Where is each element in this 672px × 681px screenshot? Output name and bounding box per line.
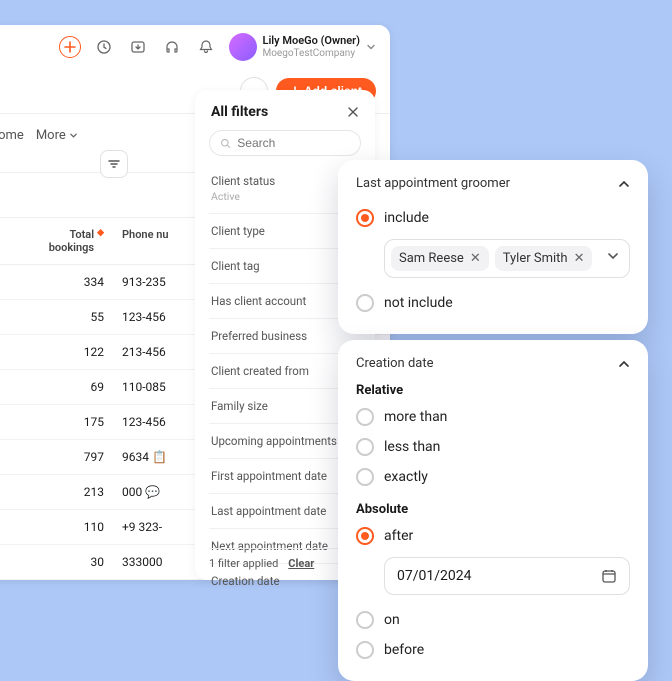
clock-icon[interactable] xyxy=(93,36,115,58)
avatar xyxy=(229,33,257,61)
groomer-filter-card: Last appointment groomer include Sam Ree… xyxy=(338,160,648,334)
sort-icon: ◆ xyxy=(97,228,104,254)
cell-bookings: 334 xyxy=(24,275,114,289)
clear-button[interactable]: Clear xyxy=(288,557,314,570)
radio-include[interactable]: include xyxy=(356,203,630,233)
search-input[interactable] xyxy=(209,130,361,156)
cell-bookings: 30 xyxy=(24,555,114,569)
chevron-down-icon xyxy=(366,42,376,52)
date-value: 07/01/2024 xyxy=(397,568,472,584)
chevron-up-icon[interactable] xyxy=(618,358,630,370)
headset-icon[interactable] xyxy=(161,36,183,58)
user-name: Lily MoeGo (Owner) xyxy=(263,34,361,47)
filters-title: All filters xyxy=(211,104,268,120)
radio-exactly[interactable]: exactly xyxy=(356,462,630,492)
tag-chip: Sam Reese ✕ xyxy=(391,246,489,271)
cell-bookings: 797 xyxy=(24,450,114,464)
radio-before[interactable]: before xyxy=(356,635,630,665)
cell-bookings: 175 xyxy=(24,415,114,429)
card-title: Last appointment groomer xyxy=(356,176,510,191)
calendar-icon xyxy=(601,568,617,584)
filter-icon[interactable] xyxy=(100,150,128,178)
remove-tag-icon[interactable]: ✕ xyxy=(470,251,481,266)
more-menu[interactable]: More xyxy=(36,128,78,143)
radio-on[interactable]: on xyxy=(356,605,630,635)
chevron-up-icon[interactable] xyxy=(618,178,630,190)
radio-icon xyxy=(356,294,374,312)
user-company: MoegoTestCompany xyxy=(263,48,361,60)
cell-bookings: 122 xyxy=(24,345,114,359)
chevron-down-icon xyxy=(69,131,78,140)
radio-icon xyxy=(356,527,374,545)
section-absolute: Absolute xyxy=(356,502,630,517)
applied-count: 1 filter applied xyxy=(209,557,278,570)
cell-bookings: 213 xyxy=(24,485,114,499)
radio-icon xyxy=(356,641,374,659)
column-welcome[interactable]: t welcome xyxy=(0,128,24,143)
close-icon[interactable] xyxy=(347,106,359,118)
radio-icon xyxy=(356,408,374,426)
col-header[interactable]: king xyxy=(0,228,24,254)
search-icon xyxy=(220,137,231,150)
col-header[interactable]: Total bookings ◆ xyxy=(24,228,114,254)
radio-less-than[interactable]: less than xyxy=(356,432,630,462)
creation-date-card: Creation date Relative more than less th… xyxy=(338,340,648,681)
top-header: Lily MoeGo (Owner) MoegoTestCompany xyxy=(0,25,390,69)
user-menu[interactable]: Lily MoeGo (Owner) MoegoTestCompany xyxy=(229,33,377,61)
radio-icon xyxy=(356,468,374,486)
chevron-down-icon[interactable] xyxy=(607,250,619,262)
remove-tag-icon[interactable]: ✕ xyxy=(574,251,585,266)
plus-icon[interactable] xyxy=(59,36,81,58)
cell-bookings: 110 xyxy=(24,520,114,534)
section-relative: Relative xyxy=(356,383,630,398)
radio-not-include[interactable]: not include xyxy=(356,288,630,318)
card-title: Creation date xyxy=(356,356,434,371)
tag-chip: Tyler Smith ✕ xyxy=(495,246,593,271)
radio-icon xyxy=(356,209,374,227)
bell-icon[interactable] xyxy=(195,36,217,58)
radio-after[interactable]: after xyxy=(356,521,630,551)
cell-bookings: 55 xyxy=(24,310,114,324)
radio-icon xyxy=(356,611,374,629)
radio-more-than[interactable]: more than xyxy=(356,402,630,432)
groomer-tag-select[interactable]: Sam Reese ✕ Tyler Smith ✕ xyxy=(384,239,630,278)
radio-icon xyxy=(356,438,374,456)
cell-bookings: 69 xyxy=(24,380,114,394)
inbox-icon[interactable] xyxy=(127,36,149,58)
date-input[interactable]: 07/01/2024 xyxy=(384,557,630,595)
